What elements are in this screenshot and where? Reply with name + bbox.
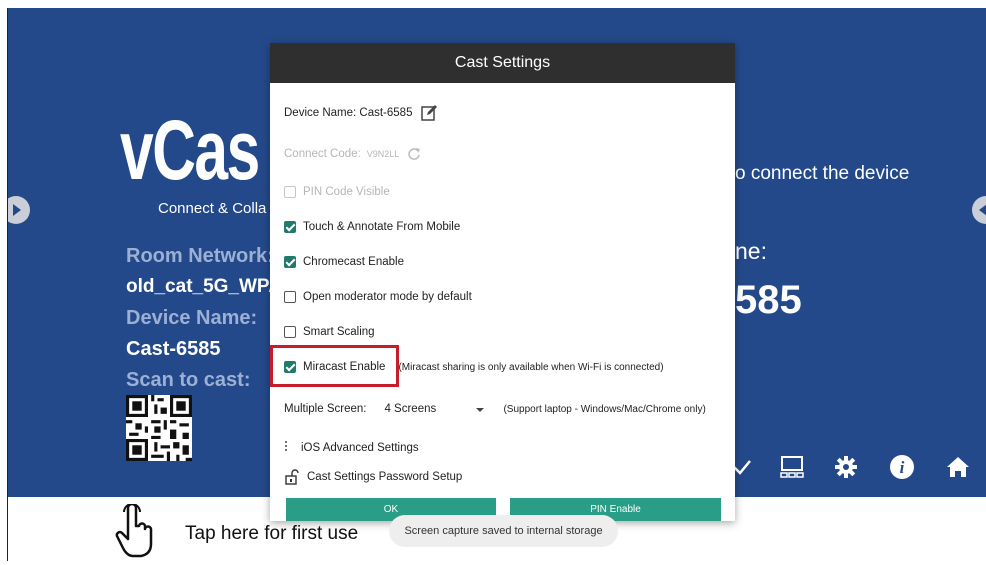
password-setup-label: Cast Settings Password Setup	[307, 471, 463, 483]
device-name-row: Device Name: Cast-6585	[284, 104, 438, 122]
connect-code-label: Connect Code:	[284, 148, 361, 160]
option-touch-annotate[interactable]: Touch & Annotate From Mobile	[284, 221, 460, 233]
svg-text:i: i	[900, 458, 905, 477]
connect-code-value: V9N2LL	[366, 149, 400, 159]
ios-advanced-settings[interactable]: iOS Advanced Settings	[284, 440, 419, 455]
left-panel-toggle[interactable]	[8, 196, 30, 224]
miracast-note: (Miracast sharing is only available when…	[398, 361, 664, 373]
home-icon[interactable]	[944, 453, 972, 481]
option-chromecast-enable[interactable]: Chromecast Enable	[284, 256, 404, 268]
tap-here-text: Tap here for first use	[185, 523, 359, 544]
edit-icon[interactable]	[420, 104, 438, 122]
vcast-logo: vCas	[120, 103, 260, 197]
tap-hand-icon	[114, 502, 154, 560]
smart-scaling-label: Smart Scaling	[303, 326, 375, 338]
password-setup[interactable]: Cast Settings Password Setup	[284, 469, 462, 485]
pin-code-visible-label: PIN Code Visible	[303, 186, 390, 198]
option-smart-scaling[interactable]: Smart Scaling	[284, 326, 375, 338]
ios-advanced-settings-label: iOS Advanced Settings	[301, 441, 419, 454]
multiple-screen-value: 4 Screens	[384, 403, 437, 415]
option-pin-code-visible[interactable]: PIN Code Visible	[284, 186, 390, 198]
right-panel-toggle[interactable]	[972, 196, 986, 224]
device-name-value: Cast-6585	[126, 338, 221, 360]
pin-code-visible-checkbox[interactable]	[284, 186, 296, 198]
refresh-icon[interactable]	[407, 147, 421, 161]
room-network-label: Room Network:	[126, 245, 274, 267]
connect-instruction: o connect the device	[735, 163, 910, 184]
multiple-screen-note: (Support laptop - Windows/Mac/Chrome onl…	[503, 403, 706, 415]
more-vertical-icon	[284, 440, 290, 455]
device-name-label: Device Name:	[126, 307, 258, 329]
connect-code-row: Connect Code: V9N2LL	[284, 147, 421, 161]
moderator-mode-checkbox[interactable]	[284, 291, 296, 303]
room-network-value: old_cat_5G_WPA	[126, 276, 282, 297]
chevron-down-icon	[476, 405, 485, 413]
multiple-screen-label: Multiple Screen:	[284, 403, 367, 415]
smart-scaling-checkbox[interactable]	[284, 326, 296, 338]
scan-to-cast-label: Scan to cast:	[126, 369, 251, 391]
screen-capture-toast: Screen capture saved to internal storage	[389, 515, 618, 547]
chromecast-enable-label: Chromecast Enable	[303, 256, 404, 268]
device-code-display: 585	[735, 278, 802, 322]
multi-screen-icon[interactable]	[778, 453, 806, 481]
touch-annotate-checkbox[interactable]	[284, 221, 296, 233]
multiple-screen-row: Multiple Screen: 4 Screens (Support lapt…	[284, 403, 706, 415]
qr-code	[126, 395, 192, 461]
dialog-title: Cast Settings	[270, 43, 735, 83]
miracast-highlight-box	[270, 345, 399, 387]
moderator-mode-label: Open moderator mode by default	[303, 291, 472, 303]
chromecast-enable-checkbox[interactable]	[284, 256, 296, 268]
info-icon[interactable]: i	[888, 453, 916, 481]
device-name-heading: ne:	[735, 238, 767, 264]
unlock-icon	[284, 469, 300, 485]
option-moderator-mode[interactable]: Open moderator mode by default	[284, 291, 472, 303]
device-name-text: Device Name: Cast-6585	[284, 107, 413, 119]
multiple-screen-select[interactable]: 4 Screens	[384, 403, 485, 415]
touch-annotate-label: Touch & Annotate From Mobile	[303, 221, 461, 233]
cast-settings-dialog: Cast Settings Device Name: Cast-6585 Con…	[270, 43, 735, 521]
settings-gear-icon[interactable]	[832, 453, 860, 481]
logo-tagline: Connect & Colla	[158, 200, 267, 217]
